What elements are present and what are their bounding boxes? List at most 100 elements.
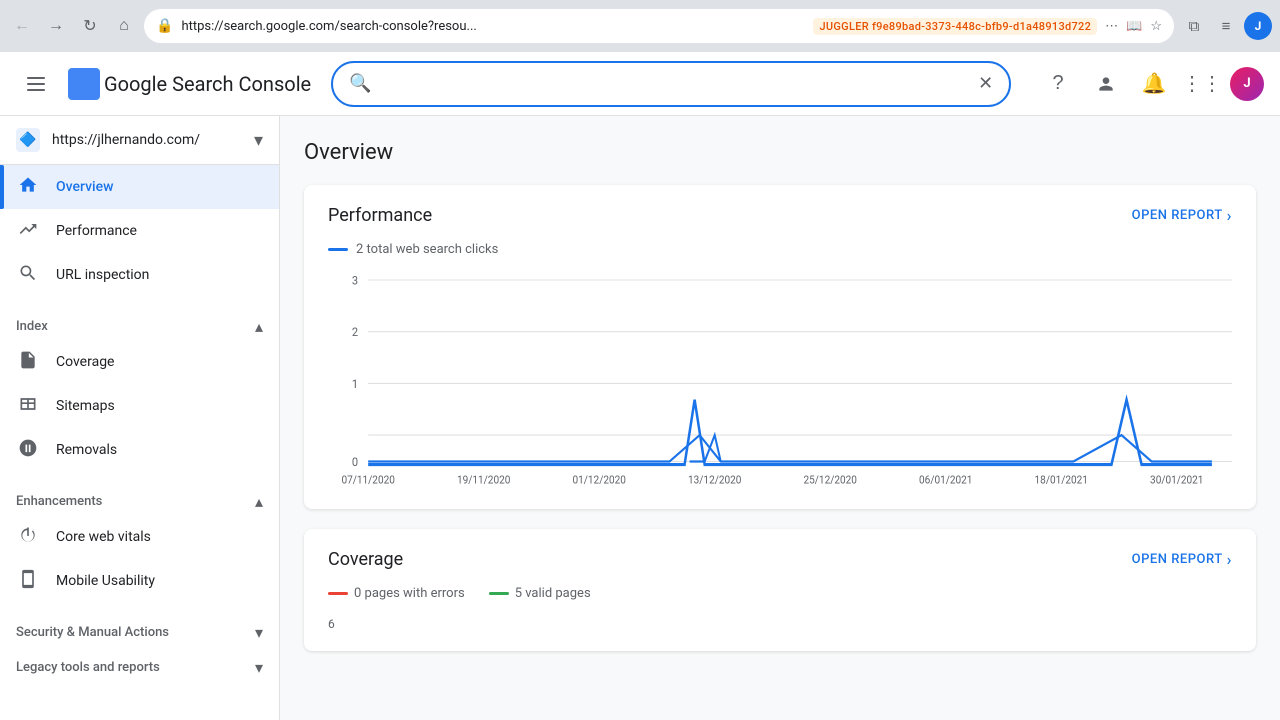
section-title-security: Security & Manual Actions xyxy=(16,625,169,640)
apps-button[interactable]: ⋮⋮ xyxy=(1182,64,1222,104)
browser-profile[interactable]: J xyxy=(1244,12,1272,40)
home-button[interactable]: ⌂ xyxy=(110,12,138,40)
legend-label-clicks: 2 total web search clicks xyxy=(356,242,498,257)
more-options-icon[interactable]: ⋯ xyxy=(1105,19,1118,34)
coverage-card-title: Coverage xyxy=(328,549,403,570)
browser-chrome: ← → ↻ ⌂ 🔒 https://search.google.com/sear… xyxy=(0,0,1280,52)
search-nav-icon xyxy=(16,263,40,288)
section-title-legacy: Legacy tools and reports xyxy=(16,660,160,675)
grid-icon xyxy=(16,394,40,419)
juggler-badge: JUGGLER f9e89bad-3373-448c-bfb9-d1a48913… xyxy=(813,18,1097,35)
coverage-card-header: Coverage OPEN REPORT › xyxy=(328,549,1232,570)
sidebar-item-mobile-usability[interactable]: Mobile Usability xyxy=(0,559,279,603)
browser-actions: ⧉ ≡ J xyxy=(1180,12,1272,40)
coverage-chevron-right-icon: › xyxy=(1227,550,1232,569)
legend-dot-valid xyxy=(489,592,509,595)
back-button[interactable]: ← xyxy=(8,12,36,40)
sidebar-item-removals[interactable]: Removals xyxy=(0,428,279,472)
app-title: Google Search Console xyxy=(104,72,311,96)
section-title-enhancements: Enhancements xyxy=(16,494,102,509)
hamburger-button[interactable] xyxy=(16,64,56,104)
coverage-chart-y-start: 6 xyxy=(328,613,1232,631)
section-title-index: Index xyxy=(16,319,48,334)
section-header-legacy[interactable]: Legacy tools and reports ▾ xyxy=(0,646,279,681)
google-logo xyxy=(68,68,100,100)
url-text: https://search.google.com/search-console… xyxy=(181,19,805,34)
sidebar-item-core-web-vitals[interactable]: Core web vitals xyxy=(0,515,279,559)
legend-label-errors: 0 pages with errors xyxy=(354,586,465,601)
sidebar-label-overview: Overview xyxy=(56,179,113,195)
sidebar-item-performance[interactable]: Performance xyxy=(0,209,279,253)
tabs-button[interactable]: ⧉ xyxy=(1180,12,1208,40)
sidebar-label-mobile-usability: Mobile Usability xyxy=(56,573,155,589)
app-logo: Google Search Console xyxy=(68,68,311,100)
notifications-button[interactable]: 🔔 xyxy=(1134,64,1174,104)
avatar[interactable]: J xyxy=(1230,67,1264,101)
smartphone-icon xyxy=(16,569,40,594)
block-icon xyxy=(16,438,40,463)
property-icon: 🔷 xyxy=(16,128,40,152)
performance-legend: 2 total web search clicks xyxy=(328,242,1232,257)
bookmark-icon[interactable]: ☆ xyxy=(1150,19,1162,34)
section-chevron-enhancements: ▴ xyxy=(255,492,263,511)
coverage-card: Coverage OPEN REPORT › 0 pages with erro… xyxy=(304,529,1256,651)
sidebar-label-sitemaps: Sitemaps xyxy=(56,398,115,414)
clear-icon[interactable]: ✕ xyxy=(978,73,993,94)
search-input[interactable]: h xyxy=(384,75,966,93)
section-chevron-index: ▴ xyxy=(255,317,263,336)
search-bar: 🔍 h ✕ xyxy=(331,61,1011,107)
legend-item-errors: 0 pages with errors xyxy=(328,586,465,601)
header-actions: ? 🔔 ⋮⋮ J xyxy=(1038,64,1264,104)
section-header-enhancements[interactable]: Enhancements ▴ xyxy=(0,480,279,515)
coverage-legend: 0 pages with errors 5 valid pages xyxy=(328,586,1232,601)
reload-button[interactable]: ↻ xyxy=(76,12,104,40)
performance-chart: 3 2 1 0 07/11/2020 xyxy=(328,269,1232,489)
content-area: Overview Performance OPEN REPORT › 2 tot… xyxy=(280,116,1280,720)
section-header-security[interactable]: Security & Manual Actions ▾ xyxy=(0,611,279,646)
performance-card-title: Performance xyxy=(328,205,432,226)
home-icon xyxy=(16,175,40,200)
property-dropdown-icon: ▾ xyxy=(254,130,263,151)
sidebar-label-performance: Performance xyxy=(56,223,137,239)
sidebar-item-url-inspection[interactable]: URL inspection xyxy=(0,253,279,297)
pocket-icon[interactable]: 📖 xyxy=(1126,19,1142,34)
app-container: Google Search Console 🔍 h ✕ ? 🔔 ⋮⋮ J 🔷 xyxy=(0,52,1280,720)
app-header: Google Search Console 🔍 h ✕ ? 🔔 ⋮⋮ J xyxy=(0,52,1280,116)
performance-card: Performance OPEN REPORT › 2 total web se… xyxy=(304,185,1256,509)
lock-icon: 🔒 xyxy=(156,18,173,34)
forward-button[interactable]: → xyxy=(42,12,70,40)
property-selector[interactable]: 🔷 https://jlhernando.com/ ▾ xyxy=(0,116,279,165)
sidebar-item-coverage[interactable]: Coverage xyxy=(0,340,279,384)
help-button[interactable]: ? xyxy=(1038,64,1078,104)
trending-up-icon xyxy=(16,219,40,244)
chevron-right-icon: › xyxy=(1227,206,1232,225)
property-url: https://jlhernando.com/ xyxy=(52,132,242,148)
sidebar-item-sitemaps[interactable]: Sitemaps xyxy=(0,384,279,428)
file-icon xyxy=(16,350,40,375)
page-title: Overview xyxy=(304,140,1256,165)
sidebar: 🔷 https://jlhernando.com/ ▾ Overview Per… xyxy=(0,116,280,720)
speed-icon xyxy=(16,525,40,550)
performance-line-overlay xyxy=(328,269,1232,489)
search-bar-container: 🔍 h ✕ xyxy=(331,61,1011,107)
search-icon[interactable]: 🔍 xyxy=(349,73,371,94)
coverage-open-report-button[interactable]: OPEN REPORT › xyxy=(1132,550,1232,569)
address-bar[interactable]: 🔒 https://search.google.com/search-conso… xyxy=(144,9,1174,43)
sidebar-label-coverage: Coverage xyxy=(56,354,114,370)
section-chevron-legacy: ▾ xyxy=(255,658,263,677)
performance-card-header: Performance OPEN REPORT › xyxy=(328,205,1232,226)
section-header-index[interactable]: Index ▴ xyxy=(0,305,279,340)
performance-open-report-button[interactable]: OPEN REPORT › xyxy=(1132,206,1232,225)
user-settings-button[interactable] xyxy=(1086,64,1126,104)
section-chevron-security: ▾ xyxy=(255,623,263,642)
legend-label-valid: 5 valid pages xyxy=(515,586,591,601)
sidebar-label-core-web-vitals: Core web vitals xyxy=(56,529,151,545)
sidebar-label-url-inspection: URL inspection xyxy=(56,267,149,283)
sidebar-item-overview[interactable]: Overview xyxy=(0,165,279,209)
menu-button[interactable]: ≡ xyxy=(1212,12,1240,40)
legend-dot-errors xyxy=(328,592,348,595)
main-area: 🔷 https://jlhernando.com/ ▾ Overview Per… xyxy=(0,116,1280,720)
legend-item-valid: 5 valid pages xyxy=(489,586,591,601)
legend-line-clicks xyxy=(328,248,348,251)
sidebar-label-removals: Removals xyxy=(56,442,117,458)
